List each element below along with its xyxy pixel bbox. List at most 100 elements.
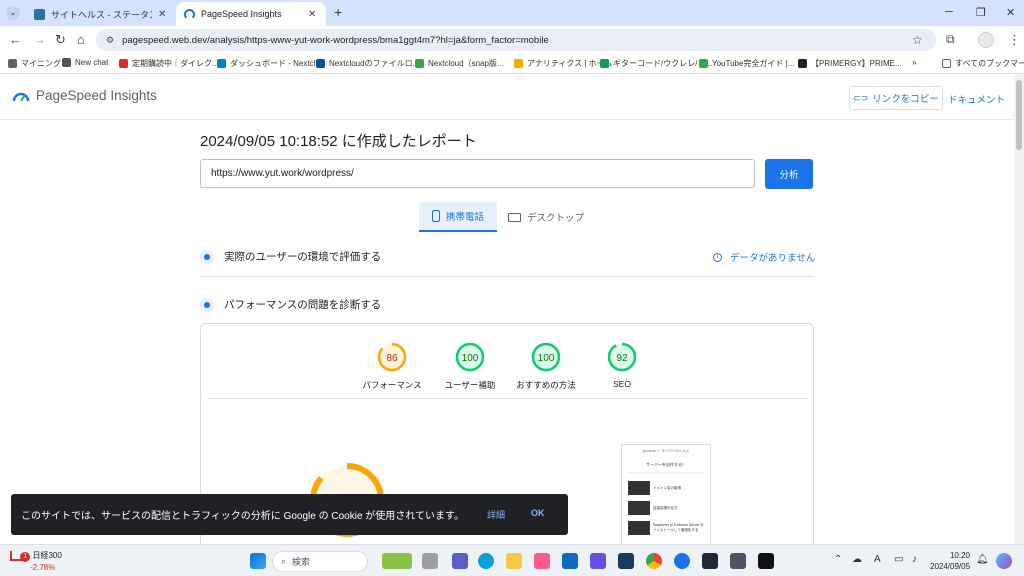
tab-mobile[interactable]: 携帯電話	[419, 202, 497, 232]
minimize-icon[interactable]: ─	[945, 6, 953, 18]
close-icon[interactable]: ✕	[158, 9, 168, 20]
ime-icon[interactable]: A	[874, 554, 881, 565]
bookmark-item[interactable]: 【PRIMERGY】PRIME...	[798, 58, 902, 69]
tab-search-icon[interactable]: ⌄	[6, 6, 20, 20]
address-text: pagespeed.web.dev/analysis/https-www-yut…	[122, 34, 549, 46]
back-icon[interactable]: ←	[9, 33, 22, 46]
display-icon[interactable]: ▭	[894, 554, 903, 565]
phone-icon	[431, 210, 440, 222]
thumb-post: 容量拡張の仕方	[628, 501, 704, 515]
bookmark-label: Nextcloud（snap版...	[428, 59, 504, 68]
all-bookmarks-button[interactable]: すべてのブックマーク	[942, 58, 1024, 69]
terminal-icon[interactable]	[702, 553, 718, 569]
console-icon[interactable]	[758, 553, 774, 569]
lab-data-section: パフォーマンスの問題を診断する	[200, 297, 381, 312]
clock[interactable]: 10:20 2024/09/05	[930, 550, 970, 572]
score-value: 86	[386, 353, 398, 364]
bookmark-item[interactable]: Nextcloud（snap版...	[415, 58, 504, 69]
windows-taskbar: 1 日経300 -2.78% ⌕ 検索 ⌃ ☁ A ▭ ♪ 10:20 2024…	[0, 544, 1024, 576]
bookmarks-overflow-button[interactable]: »	[912, 58, 916, 67]
site-info-icon[interactable]: ⚙	[106, 35, 114, 46]
link-icon: ⊂⊃	[853, 92, 869, 103]
copilot-widget-icon[interactable]	[382, 553, 412, 569]
score-gauge[interactable]: 100 おすすめの方法	[511, 341, 581, 391]
bookmark-item[interactable]: ダッシュボード - Nextcl...	[217, 58, 322, 69]
score-ring: 100	[531, 342, 561, 372]
bell-icon[interactable]: 🔔︎	[976, 554, 989, 565]
chrome-icon[interactable]	[646, 553, 662, 569]
taskbar-search[interactable]: ⌕ 検索	[272, 551, 368, 572]
bookmark-item[interactable]: 定期購読中｜ダイレク...	[119, 58, 219, 69]
edge-icon[interactable]	[478, 553, 494, 569]
psi-brand[interactable]: PageSpeed Insights	[12, 88, 157, 103]
cloud-icon[interactable]: ☁	[852, 554, 862, 565]
tab-desktop[interactable]: デスクトップ	[500, 202, 592, 232]
field-data-section: 実際のユーザーの環境で評価する	[200, 249, 381, 264]
docs-link[interactable]: ドキュメント	[948, 92, 1005, 106]
score-label: SEO	[613, 379, 631, 389]
reload-icon[interactable]: ↻	[55, 33, 66, 46]
browser-tab-site-health[interactable]: サイトヘルス - ステータス ‹ サーバーで ✕	[26, 2, 176, 26]
bookmark-item[interactable]: Nextcloudのファイルロ...	[316, 58, 419, 69]
bookmark-item[interactable]: ギターコード/ウクレレ/ピ...	[600, 58, 712, 69]
score-ring: 86	[377, 342, 407, 372]
pagespeed-app-icon[interactable]	[674, 553, 690, 569]
cookie-details-link[interactable]: 詳細	[487, 508, 505, 521]
task-view-icon[interactable]	[422, 553, 438, 569]
cookie-ok-button[interactable]: OK	[531, 508, 545, 518]
info-icon: i	[713, 252, 722, 262]
widgets-button[interactable]: 1 日経300 -2.78%	[10, 550, 62, 573]
virtualbox-icon[interactable]	[618, 553, 634, 569]
bookmark-item[interactable]: New chat	[62, 58, 108, 67]
scrollbar-thumb[interactable]	[1016, 80, 1022, 150]
page-screenshot-thumbnail[interactable]: yut.work 〜 サーバーのヘルス サーバーを自作する！ ドメイン名の取得 容量拡…	[621, 444, 711, 544]
report-title: 2024/09/05 10:18:52 に作成したレポート	[200, 133, 477, 150]
new-tab-button[interactable]: +	[334, 4, 342, 20]
page-scrollbar[interactable]	[1014, 74, 1024, 544]
mail-icon[interactable]	[562, 553, 578, 569]
speaker-icon[interactable]: ♪	[912, 554, 917, 565]
copilot-icon[interactable]	[996, 553, 1012, 569]
app-icon[interactable]	[590, 553, 606, 569]
teams-icon[interactable]	[452, 553, 468, 569]
forward-icon[interactable]: →	[33, 33, 46, 46]
analyze-button[interactable]: 分析	[765, 159, 813, 189]
tab-title: サイトヘルス - ステータス ‹ サーバーで	[51, 9, 152, 20]
no-data-link[interactable]: i データがありません	[713, 250, 815, 264]
bookmark-item[interactable]: YouTube完全ガイド |...	[699, 58, 794, 69]
thumb-image	[628, 501, 650, 515]
window-close-icon[interactable]: ✕	[1006, 6, 1015, 19]
globe-icon	[798, 59, 807, 68]
close-icon[interactable]: ✕	[308, 9, 318, 20]
thumb-post-title: Raspberry pi 5 Ubuntu Server をインストールして最適…	[653, 523, 704, 532]
extensions-icon[interactable]: ⧉	[946, 33, 955, 46]
explorer-icon[interactable]	[506, 553, 522, 569]
restore-icon[interactable]: ❐	[976, 6, 986, 19]
address-bar[interactable]: ⚙ pagespeed.web.dev/analysis/https-www-y…	[96, 29, 936, 51]
field-section-title: 実際のユーザーの環境で評価する	[224, 251, 382, 263]
chevron-up-icon[interactable]: ⌃	[834, 554, 842, 565]
green-icon	[415, 59, 424, 68]
score-gauge[interactable]: 86 パフォーマンス	[357, 341, 427, 391]
score-gauge[interactable]: 100 ユーザー補助	[435, 341, 505, 391]
divider	[207, 398, 807, 399]
url-input[interactable]: https://www.yut.work/wordpress/	[200, 159, 755, 188]
bookmarks-bar: マイニング New chat 定期購読中｜ダイレク... ダッシュボード - Next…	[0, 54, 1024, 74]
no-data-label: データがありません	[730, 253, 816, 264]
start-icon[interactable]	[250, 553, 266, 569]
profile-avatar[interactable]	[978, 32, 994, 48]
music-icon[interactable]	[534, 553, 550, 569]
score-gauge[interactable]: 92 SEO	[587, 341, 657, 389]
calculator-icon[interactable]	[730, 553, 746, 569]
bookmark-item[interactable]: アナリティクス | ホーム	[514, 58, 612, 69]
bookmark-star-icon[interactable]: ☆	[912, 33, 923, 47]
bookmark-item[interactable]: マイニング	[8, 58, 61, 69]
home-icon[interactable]: ⌂	[77, 33, 85, 46]
menu-icon[interactable]: ⋮	[1008, 33, 1021, 46]
wordpress-icon	[34, 8, 45, 20]
copy-link-button[interactable]: ⊂⊃ リンクをコピー	[849, 86, 943, 110]
score-value: 100	[462, 353, 479, 364]
cookie-message: このサイトでは、サービスの配信とトラフィックの分析に Google の Cook…	[21, 511, 464, 522]
pagespeed-icon	[184, 8, 195, 20]
browser-tab-pagespeed[interactable]: PageSpeed Insights ✕	[176, 2, 326, 26]
